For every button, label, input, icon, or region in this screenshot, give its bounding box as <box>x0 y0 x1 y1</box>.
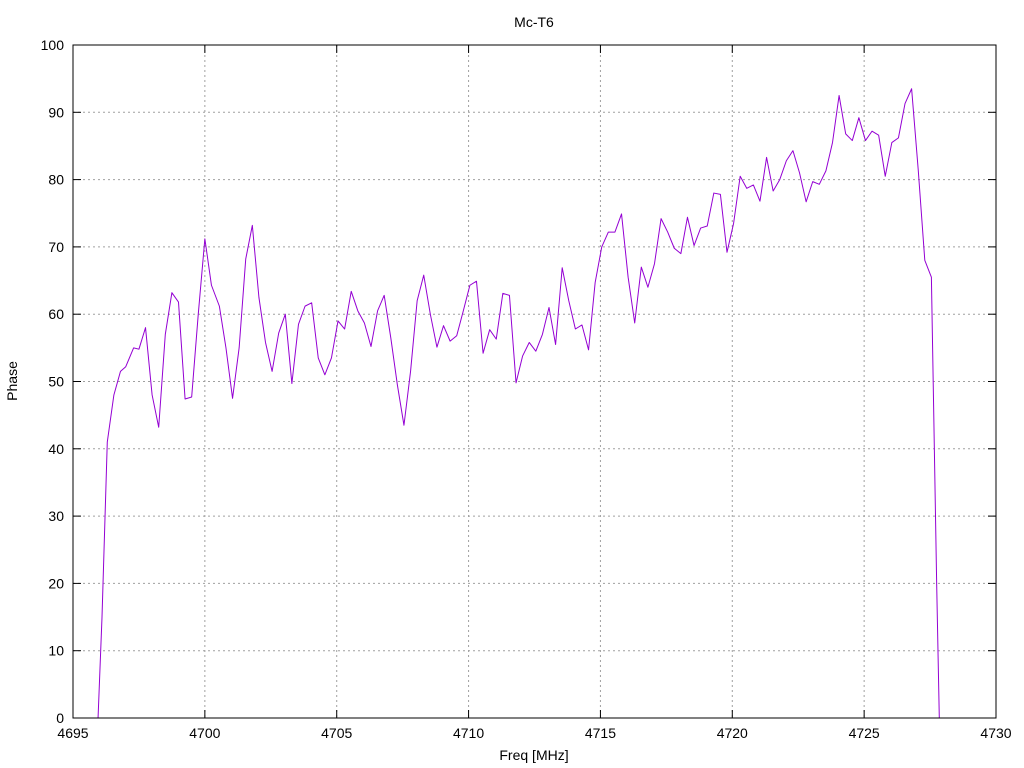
x-tick-label: 4725 <box>849 725 880 741</box>
y-tick-label: 0 <box>56 710 64 726</box>
y-tick-label: 80 <box>48 172 64 188</box>
y-tick-label: 20 <box>48 575 64 591</box>
series-line <box>97 88 940 719</box>
x-axis-title: Freq [MHz] <box>499 747 568 763</box>
y-axis-title: Phase <box>4 361 20 401</box>
y-tick-label: 40 <box>48 441 64 457</box>
phase-line-chart: Mc-T6 0 10 20 30 40 50 60 70 80 90 100 4695 4700 4705… <box>4 14 1012 763</box>
y-tick-label: 30 <box>48 508 64 524</box>
axis-ticks: 0 10 20 30 40 50 60 70 80 90 100 4695 4700 4705 4710 47… <box>41 37 1012 741</box>
y-tick-label: 70 <box>48 239 64 255</box>
chart-title: Mc-T6 <box>514 14 554 30</box>
y-tick-label: 100 <box>41 37 65 53</box>
x-tick-label: 4715 <box>585 725 616 741</box>
y-tick-label: 50 <box>48 374 64 390</box>
y-tick-label: 90 <box>48 104 64 120</box>
x-tick-label: 4700 <box>189 725 220 741</box>
x-tick-label: 4730 <box>980 725 1011 741</box>
y-tick-label: 10 <box>48 643 64 659</box>
x-tick-label: 4710 <box>453 725 484 741</box>
y-tick-label: 60 <box>48 306 64 322</box>
x-tick-label: 4705 <box>321 725 352 741</box>
x-tick-label: 4720 <box>717 725 748 741</box>
series-layer <box>97 88 940 719</box>
x-tick-label: 4695 <box>57 725 88 741</box>
grid-lines <box>73 45 996 718</box>
